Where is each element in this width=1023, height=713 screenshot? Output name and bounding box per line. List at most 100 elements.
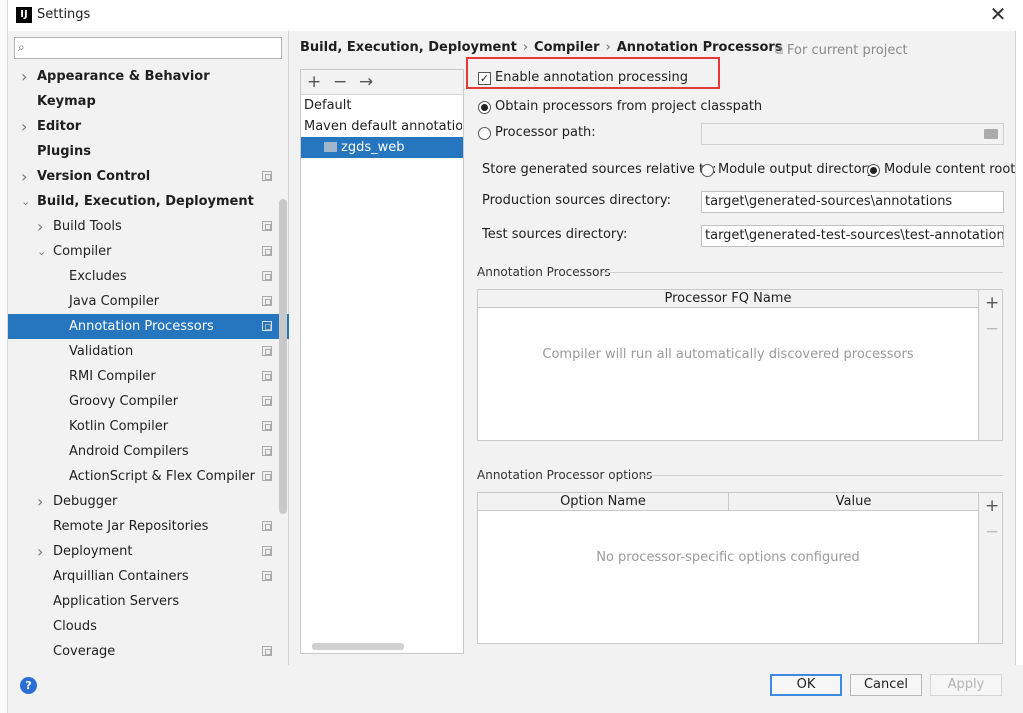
project-scope-icon: ⧉ bbox=[775, 44, 783, 57]
options-table[interactable]: Option Name Value No processor-specific … bbox=[477, 492, 979, 644]
move-to-profile-button[interactable]: → bbox=[359, 72, 373, 92]
project-scope-icon bbox=[262, 521, 272, 531]
ok-button[interactable]: OK bbox=[770, 674, 842, 696]
project-scope-icon bbox=[262, 546, 272, 556]
sidebar-item[interactable]: Arquillian Containers bbox=[53, 564, 189, 589]
remove-profile-button[interactable]: − bbox=[333, 72, 347, 92]
project-scope-icon bbox=[262, 571, 272, 581]
option-value-header[interactable]: Value bbox=[729, 493, 978, 511]
chevron-right-icon[interactable]: › bbox=[37, 539, 47, 564]
folder-icon[interactable] bbox=[984, 129, 998, 139]
section-separator bbox=[602, 272, 1003, 273]
intellij-app-icon: IJ bbox=[16, 7, 32, 23]
breadcrumb-separator: › bbox=[522, 40, 529, 55]
apply-button[interactable]: Apply bbox=[930, 674, 1002, 696]
sidebar-item[interactable]: Version Control bbox=[37, 164, 150, 189]
add-profile-button[interactable]: + bbox=[307, 72, 321, 92]
sidebar-item[interactable]: Annotation Processors bbox=[69, 314, 214, 339]
profile-item[interactable]: Maven default annotation p bbox=[304, 116, 462, 137]
processor-fq-name-header[interactable]: Processor FQ Name bbox=[478, 290, 978, 308]
scope-hint-text: For current project bbox=[787, 43, 908, 58]
chevron-right-icon[interactable]: › bbox=[37, 489, 47, 514]
title-bar bbox=[8, 0, 1023, 31]
sidebar-scrollbar[interactable] bbox=[279, 199, 287, 514]
options-section-title: Annotation Processor options bbox=[477, 468, 653, 482]
sidebar-item[interactable]: Debugger bbox=[53, 489, 117, 514]
breadcrumb-item[interactable]: Compiler bbox=[534, 40, 599, 55]
module-name: zgds_web bbox=[341, 140, 405, 155]
sidebar-item[interactable]: Appearance & Behavior bbox=[37, 64, 210, 89]
chevron-right-icon[interactable]: › bbox=[21, 114, 31, 139]
module-content-root-radio[interactable] bbox=[867, 164, 880, 177]
search-input[interactable]: ⌕ bbox=[14, 37, 282, 59]
project-scope-icon bbox=[262, 471, 272, 481]
chevron-right-icon[interactable]: › bbox=[21, 164, 31, 189]
breadcrumb: Build, Execution, Deployment › Compiler › An… bbox=[300, 40, 783, 55]
sidebar-item[interactable]: RMI Compiler bbox=[69, 364, 156, 389]
sidebar-item[interactable]: Deployment bbox=[53, 539, 133, 564]
sidebar-item[interactable]: Coverage bbox=[53, 639, 115, 664]
production-sources-label: Production sources directory: bbox=[482, 193, 671, 208]
sidebar-item[interactable]: Clouds bbox=[53, 614, 97, 639]
sidebar-item[interactable]: Remote Jar Repositories bbox=[53, 514, 208, 539]
sidebar-item[interactable]: Keymap bbox=[37, 89, 96, 114]
sidebar-item[interactable]: Application Servers bbox=[53, 589, 179, 614]
close-icon[interactable]: ✕ bbox=[987, 4, 1009, 26]
obtain-from-classpath-label[interactable]: Obtain processors from project classpath bbox=[495, 99, 762, 114]
processors-side-toolbar: + − bbox=[979, 289, 1003, 441]
profiles-horizontal-scrollbar[interactable] bbox=[312, 643, 404, 650]
sidebar-item[interactable]: Groovy Compiler bbox=[69, 389, 178, 414]
remove-processor-button[interactable]: − bbox=[985, 321, 999, 338]
project-scope-icon bbox=[262, 246, 272, 256]
chevron-right-icon[interactable]: › bbox=[21, 64, 31, 89]
profile-item[interactable]: Default bbox=[304, 95, 462, 116]
obtain-from-classpath-radio[interactable] bbox=[478, 101, 491, 114]
chevron-down-icon[interactable]: ⌄ bbox=[37, 239, 47, 264]
remove-option-button[interactable]: − bbox=[985, 524, 999, 541]
sidebar-item[interactable]: Java Compiler bbox=[69, 289, 159, 314]
project-scope-icon bbox=[262, 396, 272, 406]
chevron-down-icon[interactable]: ⌄ bbox=[21, 189, 31, 214]
project-scope-icon bbox=[262, 171, 272, 181]
processor-path-label[interactable]: Processor path: bbox=[495, 125, 596, 140]
chevron-right-icon[interactable]: › bbox=[37, 214, 47, 239]
module-output-label[interactable]: Module output directory bbox=[718, 162, 875, 177]
option-name-header[interactable]: Option Name bbox=[478, 493, 729, 511]
section-separator bbox=[640, 475, 1003, 476]
test-sources-input[interactable]: target\generated-test-sources\test-annot… bbox=[701, 225, 1004, 247]
project-scope-icon bbox=[262, 446, 272, 456]
sidebar-item[interactable]: Kotlin Compiler bbox=[69, 414, 168, 439]
help-icon[interactable]: ? bbox=[20, 677, 37, 694]
project-scope-icon bbox=[262, 321, 272, 331]
processors-table[interactable]: Processor FQ Name Compiler will run all … bbox=[477, 289, 979, 441]
project-scope-icon bbox=[262, 221, 272, 231]
sidebar-item[interactable]: Editor bbox=[37, 114, 81, 139]
production-sources-input[interactable]: target\generated-sources\annotations bbox=[701, 191, 1004, 213]
enable-annotation-checkbox[interactable]: ✓ bbox=[478, 72, 491, 85]
processor-path-radio[interactable] bbox=[478, 127, 491, 140]
sidebar-item[interactable]: Compiler bbox=[53, 239, 112, 264]
project-scope-icon bbox=[262, 421, 272, 431]
sidebar-item[interactable]: Android Compilers bbox=[69, 439, 189, 464]
module-content-root-label[interactable]: Module content root bbox=[884, 162, 1015, 177]
module-output-radio[interactable] bbox=[701, 164, 714, 177]
sidebar-item[interactable]: Build, Execution, Deployment bbox=[37, 189, 254, 214]
window-title: Settings bbox=[37, 7, 91, 22]
sidebar-item[interactable]: ActionScript & Flex Compiler bbox=[69, 464, 255, 489]
options-empty-text: No processor-specific options configured bbox=[596, 550, 860, 565]
for-current-project-hint: ⧉ For current project bbox=[775, 43, 908, 58]
sidebar-item[interactable]: Excludes bbox=[69, 264, 127, 289]
add-option-button[interactable]: + bbox=[985, 498, 999, 515]
sidebar-item[interactable]: Plugins bbox=[37, 139, 91, 164]
processor-path-field[interactable] bbox=[701, 123, 1004, 145]
cancel-button[interactable]: Cancel bbox=[850, 674, 922, 696]
add-processor-button[interactable]: + bbox=[985, 295, 999, 312]
project-scope-icon bbox=[262, 371, 272, 381]
background-window-edge bbox=[1015, 31, 1023, 665]
profile-module-item[interactable]: zgds_web bbox=[324, 137, 482, 158]
breadcrumb-item[interactable]: Build, Execution, Deployment bbox=[300, 40, 517, 55]
sidebar-item[interactable]: Validation bbox=[69, 339, 133, 364]
enable-annotation-label[interactable]: Enable annotation processing bbox=[495, 70, 688, 85]
sidebar-item[interactable]: Build Tools bbox=[53, 214, 122, 239]
project-scope-icon bbox=[262, 646, 272, 656]
